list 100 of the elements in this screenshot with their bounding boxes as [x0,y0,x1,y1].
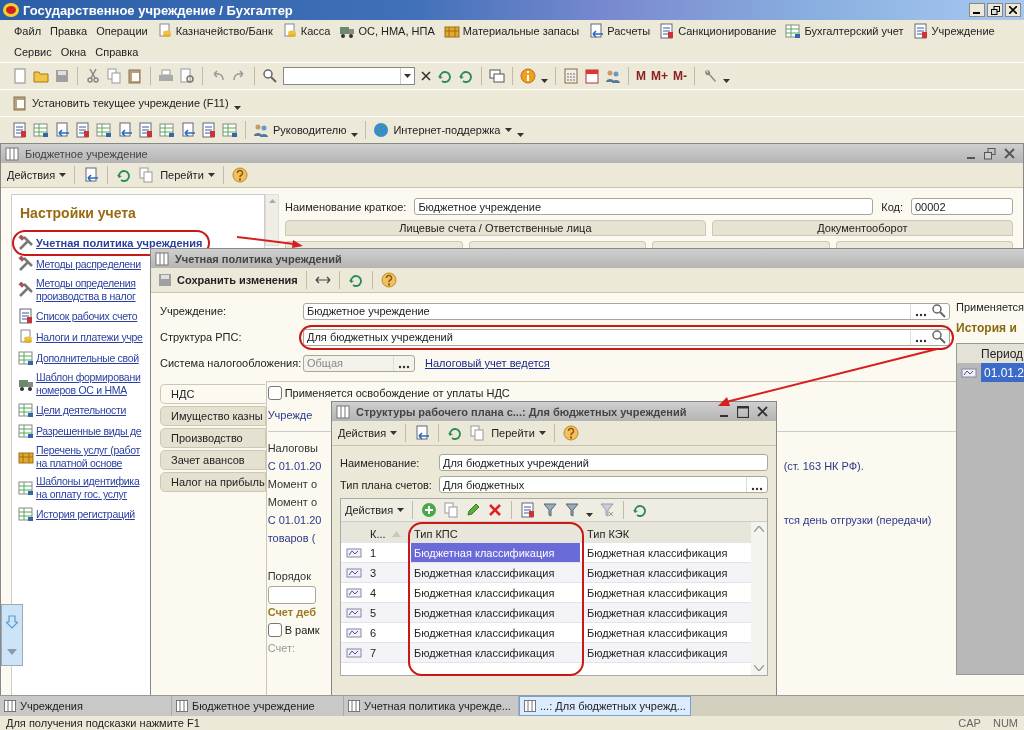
globe-icon[interactable] [373,122,390,138]
calendar-icon[interactable] [584,68,600,84]
help-icon[interactable] [562,425,579,441]
clear-icon[interactable] [420,70,432,82]
table-icon[interactable] [785,22,802,39]
table-icon[interactable] [18,423,34,439]
refresh-icon[interactable] [437,68,453,84]
close-icon[interactable] [1004,148,1015,159]
scroll-up-icon[interactable] [754,526,764,532]
menu-item[interactable]: Файл [14,24,42,37]
settings-link[interactable]: Шаблон формировани номеров ОС и НМА [36,371,141,397]
column-header[interactable]: Тип КПС [411,525,580,542]
go-to-menu[interactable]: Перейти [491,427,546,439]
settings-link[interactable]: Дополнительные свой [36,351,139,365]
table-cell[interactable]: Бюджетная классификация [411,563,580,582]
refresh-icon[interactable] [447,425,464,441]
side-tab[interactable]: Зачет авансов [160,450,266,470]
table-cell[interactable]: Бюджетная классификация [411,623,580,642]
menu-item[interactable]: Материальные запасы [443,22,580,39]
report-icon[interactable] [201,122,217,138]
settings-link[interactable]: Список рабочих счето [36,309,138,323]
info-icon[interactable] [520,68,536,84]
menu-item[interactable]: Правка [50,24,88,37]
side-tab[interactable]: Имущество казны [160,406,266,426]
search-field[interactable] [283,67,415,85]
settings-link[interactable]: Учетная политика учреждения [36,236,203,250]
table-icon[interactable] [159,122,175,138]
settings-link[interactable]: Разрешенные виды де [36,424,142,438]
taskbar-item[interactable]: Бюджетное учреждение [172,696,344,716]
minimize-button[interactable] [969,3,985,17]
help-icon[interactable] [380,272,397,288]
table-cell[interactable]: Бюджетная классификация [411,583,580,602]
pencil-icon[interactable] [465,502,482,518]
report-icon[interactable] [659,22,676,39]
menu-item[interactable]: Казначейство/Банк [156,22,273,39]
scrollbar[interactable] [265,194,279,246]
caret-icon[interactable] [233,106,241,110]
menu-item[interactable]: ОС, НМА, НПА [339,22,435,39]
settings-link[interactable]: Шаблоны идентифика на оплату гос. услуг [36,475,140,501]
table-cell[interactable]: Бюджетная классификация [411,543,580,562]
report-icon[interactable] [18,308,34,324]
report-icon[interactable] [520,502,537,518]
manager-button[interactable]: Руководителю [253,122,347,138]
clipboard-icon[interactable] [12,95,28,111]
actions-menu[interactable]: Действия [7,169,67,181]
table-icon[interactable] [96,122,112,138]
side-tab[interactable]: Налог на прибыль [160,472,266,492]
menu-item[interactable]: Бухгалтерский учет [785,22,904,39]
tab[interactable]: Документооборот [711,220,1013,236]
close-button[interactable] [1005,3,1021,17]
menu-item[interactable]: Сервис [14,45,52,58]
table-cell[interactable]: Бюджетная классификация [411,643,580,662]
table-icon[interactable] [33,122,49,138]
code-field[interactable]: 00002 [911,198,1013,215]
menu-item[interactable]: Касса [281,22,331,39]
table-cell[interactable]: Бюджетная классификация [411,603,580,622]
filter-icon[interactable] [542,502,559,518]
settings-link[interactable]: Цели деятельности [36,403,127,417]
add-icon[interactable] [421,502,438,518]
settings-link[interactable]: Методы определения производства в налог [36,277,136,303]
table-icon[interactable] [18,480,34,496]
short-name-field[interactable]: Бюджетное учреждение [414,198,874,215]
report-icon[interactable] [912,22,929,39]
report-icon[interactable] [75,122,91,138]
caret-icon[interactable] [586,513,594,517]
checkbox[interactable] [267,623,282,637]
clipboard-icon[interactable] [127,68,143,84]
tab[interactable]: Лицевые счета / Ответственные лица [285,220,706,236]
users-icon[interactable] [605,68,621,84]
report-icon[interactable] [12,122,28,138]
memory-button[interactable]: M+ [651,69,668,83]
refresh-icon[interactable] [632,502,649,518]
refresh-icon[interactable] [116,167,133,183]
help-icon[interactable] [231,167,248,183]
search-icon[interactable] [931,303,947,319]
refresh-icon[interactable] [458,68,474,84]
windows-icon[interactable] [489,68,505,84]
search-icon[interactable] [262,68,278,84]
chest-icon[interactable] [18,449,34,465]
refresh-icon[interactable] [347,272,364,288]
settings-link[interactable]: Методы распределени [36,257,141,271]
checkbox[interactable] [267,386,282,400]
tax-accounting-link[interactable]: Налоговый учет ведется [425,357,550,369]
actions-menu[interactable]: Действия [345,504,405,516]
settings-link[interactable]: Налоги и платежи учре [36,330,143,344]
caret-icon[interactable] [541,79,548,83]
filter-icon[interactable] [564,502,581,518]
actions-menu[interactable]: Действия [338,427,398,439]
maximize-icon[interactable] [737,405,749,418]
caret-icon[interactable] [723,79,730,83]
menu-item[interactable]: Санкционирование [659,22,777,39]
restore-button[interactable] [987,3,1003,17]
delete-icon[interactable] [487,502,504,518]
menu-item[interactable]: Операции [96,24,148,37]
side-tab[interactable]: НДС [160,384,266,404]
internet-support-button[interactable]: Интернет-поддержка [373,122,512,138]
table-cell[interactable]: 01.01.2 [981,363,1024,382]
taskbar-item[interactable]: Учреждения [0,696,172,716]
table-icon[interactable] [18,402,34,418]
tools-icon[interactable] [18,256,34,272]
